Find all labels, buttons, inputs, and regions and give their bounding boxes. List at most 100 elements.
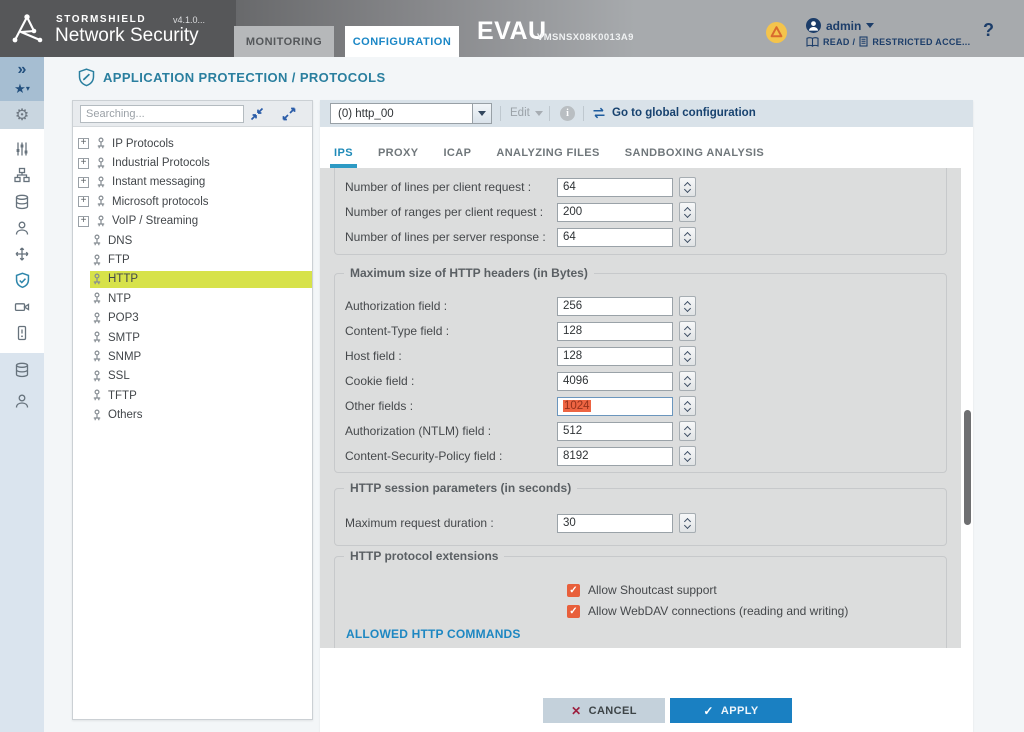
global-configuration-link[interactable]: Go to global configuration [592,107,756,119]
checkbox-checked-icon[interactable]: ✓ [567,584,580,597]
user-icon[interactable] [13,219,31,237]
protocols-panel: + IP Protocols+ Industrial Protocols+ In… [72,100,313,720]
user-avatar-icon [806,18,821,33]
tree-item-smtp[interactable]: SMTP [73,328,312,347]
allowed-http-commands-link[interactable]: ALLOWED HTTP COMMANDS [346,627,521,641]
spinner-control[interactable] [679,202,696,222]
group-legend: Maximum size of HTTP headers (in Bytes) [344,266,594,280]
profile-select-chevron-icon[interactable] [472,104,491,123]
user-menu[interactable]: admin [806,18,874,33]
number-input[interactable]: 64 [557,228,673,247]
number-input[interactable]: 1024 [557,397,673,416]
favorites-star-icon[interactable]: ★▾ [13,80,31,98]
expand-plus-icon[interactable]: + [78,158,89,169]
tree-item-microsoft-protocols[interactable]: + Microsoft protocols [73,192,312,211]
spinner-control[interactable] [679,346,696,366]
appliance-serial: VMSNSX08K0013A9 [537,32,634,43]
profile-select-value: (0) http_00 [331,108,472,120]
tree-item-industrial-protocols[interactable]: + Industrial Protocols [73,153,312,172]
number-input[interactable]: 200 [557,203,673,222]
tree-item-pop3[interactable]: POP3 [73,309,312,328]
group-legend: HTTP session parameters (in seconds) [344,481,577,495]
checkbox-checked-icon[interactable]: ✓ [567,605,580,618]
profile-tabs: IPS PROXY ICAP ANALYZING FILES SANDBOXING AN… [320,127,973,168]
tree-item-http[interactable]: HTTP [73,270,312,289]
double-chevron-icon[interactable]: » [13,61,31,79]
spinner-control[interactable] [679,421,696,441]
spinner-control[interactable] [679,371,696,391]
tree-item-ssl[interactable]: SSL [73,367,312,386]
icon-sidebar: »★▾ ⚙ [0,57,44,732]
tab-analyzing-files[interactable]: ANALYZING FILES [494,138,601,168]
tree-item-voip-streaming[interactable]: + VoIP / Streaming [73,212,312,231]
field-label: Host field : [345,349,557,363]
edit-menu[interactable]: Edit [510,107,543,119]
tab-icap[interactable]: ICAP [441,138,473,168]
edit-label: Edit [510,107,530,119]
page-title: APPLICATION PROTECTION / PROTOCOLS [103,70,386,85]
sliders-icon[interactable] [13,140,31,158]
database-icon[interactable] [13,361,31,379]
field-label: Authorization field : [345,299,557,313]
number-input[interactable]: 256 [557,297,673,316]
info-icon[interactable]: i [560,106,575,121]
firmware-version: v4.1.0... [173,15,205,25]
spinner-control[interactable] [679,396,696,416]
database-icon[interactable] [13,193,31,211]
help-button[interactable]: ? [983,20,994,41]
tab-configuration[interactable]: CONFIGURATION [345,26,459,57]
spinner-control[interactable] [679,513,696,533]
number-input[interactable]: 8192 [557,447,673,466]
collapse-all-icon[interactable] [250,107,264,121]
tab-proxy[interactable]: PROXY [376,138,421,168]
shield-check-icon[interactable] [13,271,31,289]
expand-plus-icon[interactable]: + [78,177,89,188]
tree-item-others[interactable]: Others [73,405,312,424]
network-icon[interactable] [13,166,31,184]
warning-icon[interactable] [766,22,787,43]
field-row: Number of lines per client request :64 [345,177,936,197]
number-input[interactable]: 4096 [557,372,673,391]
search-input[interactable] [80,105,244,123]
tree-item-tftp[interactable]: TFTP [73,386,312,405]
tree-item-snmp[interactable]: SNMP [73,347,312,366]
number-input[interactable]: 30 [557,514,673,533]
number-input[interactable]: 128 [557,322,673,341]
tree-item-instant-messaging[interactable]: + Instant messaging [73,173,312,192]
user-name: admin [826,19,861,33]
expand-all-icon[interactable] [282,107,296,121]
tree-item-ftp[interactable]: FTP [73,250,312,269]
video-icon[interactable] [13,298,31,316]
number-input[interactable]: 64 [557,178,673,197]
number-input[interactable]: 128 [557,347,673,366]
app-root: STORMSHIELD Network Security v4.1.0... M… [0,0,1024,732]
spinner-control[interactable] [679,321,696,341]
cancel-label: CANCEL [589,705,637,717]
header-sizes-group: Maximum size of HTTP headers (in Bytes)A… [334,273,947,473]
field-label: Number of lines per client request : [345,180,557,194]
spinner-control[interactable] [679,177,696,197]
gear-icon[interactable]: ⚙ [13,106,31,124]
tab-monitoring[interactable]: MONITORING [234,26,334,57]
tree-item-ntp[interactable]: NTP [73,289,312,308]
cancel-button[interactable]: ✕ CANCEL [543,698,665,723]
protocols-tree: + IP Protocols+ Industrial Protocols+ In… [73,127,312,425]
tree-item-ip-protocols[interactable]: + IP Protocols [73,134,312,153]
expand-plus-icon[interactable]: + [78,196,89,207]
routing-icon[interactable] [13,245,31,263]
form-scrollbar[interactable] [964,410,971,525]
number-input[interactable]: 512 [557,422,673,441]
apply-button[interactable]: ✓ APPLY [670,698,792,723]
tree-item-dns[interactable]: DNS [73,231,312,250]
expand-plus-icon[interactable]: + [78,216,89,227]
tab-sandboxing-analysis[interactable]: SANDBOXING ANALYSIS [623,138,766,168]
spinner-control[interactable] [679,227,696,247]
user-icon[interactable] [13,392,31,410]
device-alert-icon[interactable] [13,324,31,342]
tab-ips[interactable]: IPS [332,138,355,168]
spinner-control[interactable] [679,446,696,466]
profile-select[interactable]: (0) http_00 [330,103,492,124]
apply-check-icon: ✓ [703,704,713,718]
expand-plus-icon[interactable]: + [78,138,89,149]
spinner-control[interactable] [679,296,696,316]
